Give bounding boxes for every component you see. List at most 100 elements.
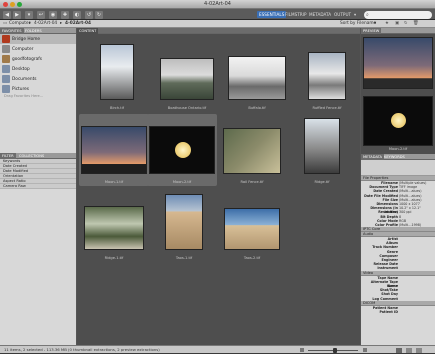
workspace-menu-icon[interactable]: ▾ (352, 11, 358, 18)
zoom-out-icon[interactable] (300, 348, 304, 352)
favorite-label: Computer (12, 46, 34, 52)
filter-panel: FILTER COLLECTIONS Keywords Date Created D… (0, 153, 76, 189)
trash-icon[interactable]: 🗑 (413, 20, 418, 28)
thumbnail[interactable]: Moon-2.tif (147, 114, 217, 186)
details-view-icon[interactable] (406, 347, 412, 353)
dicom-list: Patient Name Patient ID (361, 306, 435, 314)
path-separator-icon: ▸ (29, 21, 32, 26)
sort-by-menu[interactable]: Sort by Filename (340, 20, 376, 28)
thumbnail[interactable]: Birch.tif (82, 40, 152, 112)
desktop-icon (2, 65, 10, 73)
favorite-item[interactable]: Pictures (0, 84, 76, 94)
workspace-metadata[interactable]: METADATA (307, 11, 333, 18)
tab-metadata[interactable]: METADATA (361, 154, 385, 160)
favorite-item[interactable]: Bridge Home (0, 34, 76, 44)
search-icon: ⌕ (366, 11, 369, 18)
rotate-right-icon[interactable]: ↻ (95, 10, 103, 19)
documents-icon (2, 75, 10, 83)
open-in-camera-raw-icon[interactable]: ◐ (73, 10, 81, 19)
metadata-value[interactable] (399, 310, 435, 314)
rotate-icon[interactable]: ↻ (404, 20, 408, 28)
bridge-icon (2, 35, 10, 43)
favorite-label: Documents (12, 76, 37, 82)
metadata-value[interactable] (399, 297, 435, 301)
list-view-icon[interactable] (416, 347, 422, 353)
metadata-value[interactable]: (Multi...1998) (399, 223, 435, 227)
metadata-tab-row: METADATA KEYWORDS (361, 154, 435, 160)
refine-icon[interactable]: ✚ (61, 10, 69, 19)
recent-folder-icon[interactable]: ▾ (25, 10, 33, 19)
zoom-in-icon[interactable] (363, 348, 367, 352)
new-folder-icon[interactable]: ▣ (395, 20, 399, 28)
metadata-value[interactable] (399, 266, 435, 270)
tab-content[interactable]: CONTENT (77, 28, 99, 34)
video-list: Tape Name Alternate Tape Name Scene Shot/Ta… (361, 276, 435, 301)
preview-image-sunset[interactable] (363, 37, 433, 89)
workspace-essentials[interactable]: ESSENTIALS (257, 11, 287, 18)
thumbnail-label: Ruffled Fence.tif (312, 106, 342, 110)
home-icon (2, 55, 10, 63)
title-bar: 4-02Art-04 (0, 0, 435, 9)
favorite-label: Desktop (12, 66, 30, 72)
content-panel: CONTENT Birch.tif Boathouse Ontario.tif Bu… (77, 28, 360, 345)
thumbnail-label: Taos-1.tif (175, 256, 193, 260)
thumbnail-image (160, 58, 214, 100)
favorite-item[interactable]: Computer (0, 44, 76, 54)
filter-list: Keywords Date Created Date Modified Orienta… (0, 159, 76, 189)
right-panel: PREVIEW Moon-2.tif METADATA KEYWORDS Fil… (360, 28, 435, 345)
forward-icon[interactable]: ▶ (13, 10, 21, 19)
tab-collections[interactable]: COLLECTIONS (17, 153, 46, 159)
preview-caption: Moon-2.tif (388, 147, 408, 151)
thumbnail-image (100, 44, 134, 100)
thumbnail[interactable]: Rail Fence.tif (217, 114, 287, 186)
thumbnail-label: Moon-1.tif (104, 180, 124, 184)
thumbnail[interactable]: Moon-1.tif (79, 114, 149, 186)
star-filter-icon[interactable]: ★ (385, 20, 389, 28)
thumbnail-image (224, 208, 280, 250)
computer-icon: ▭ (3, 21, 8, 26)
rotate-left-icon[interactable]: ↺ (85, 10, 93, 19)
thumbnail-image (308, 52, 346, 100)
file-properties-list: Filename (Multiple values) Document Type TI… (361, 181, 435, 227)
grid-view-icon[interactable] (396, 347, 402, 353)
favorite-item[interactable]: Desktop (0, 64, 76, 74)
thumbnail-image (304, 118, 340, 174)
thumbnail[interactable]: Ruffled Fence.tif (292, 40, 362, 112)
thumbnail-label: Rail Fence.tif (240, 180, 264, 184)
path-item-folder[interactable]: 4-02Art-04 (34, 20, 57, 28)
boomerang-icon[interactable]: ↩ (37, 10, 45, 19)
computer-icon (2, 45, 10, 53)
sort-chevron-icon[interactable]: ▾ (374, 20, 376, 28)
path-item-computer[interactable]: Computer (9, 20, 30, 28)
tab-filter[interactable]: FILTER (0, 153, 16, 159)
thumbnail-label: Ridge-1.tif (104, 256, 124, 260)
path-item-current[interactable]: 4-02Art-04 (65, 20, 91, 28)
metadata-placard (361, 160, 435, 176)
workspace-output[interactable]: OUTPUT (332, 11, 353, 18)
metadata-row: Patient ID (361, 310, 435, 314)
slider-thumb[interactable] (333, 347, 337, 353)
favorite-item[interactable]: goodfotografs (0, 54, 76, 64)
content-tab-row: CONTENT (77, 28, 360, 34)
thumbnail-image (84, 206, 144, 250)
filter-item[interactable]: Camera Raw (0, 184, 76, 189)
search-input[interactable]: ⌕ (364, 10, 432, 19)
camera-icon[interactable]: ◉ (49, 10, 57, 19)
thumbnail[interactable]: Ridge-1.tif (79, 190, 149, 262)
thumbnail-label: Buffalo.tif (248, 106, 266, 110)
thumbnail[interactable]: Buffalo.tif (222, 40, 292, 112)
preview-image-moon[interactable] (363, 96, 433, 146)
tab-keywords[interactable]: KEYWORDS (382, 154, 407, 160)
thumbnail[interactable]: Boathouse Ontario.tif (152, 40, 222, 112)
moon-icon (391, 113, 406, 128)
back-icon[interactable]: ◀ (3, 10, 11, 19)
thumbnail[interactable]: Taos-1.tif (149, 190, 219, 262)
thumbnail[interactable]: Taos-2.tif (217, 190, 287, 262)
workspace-filmstrip[interactable]: FILMSTRIP (283, 11, 308, 18)
favorite-item[interactable]: Documents (0, 74, 76, 84)
left-panel: FAVORITES FOLDERS Bridge Home Computer goo… (0, 28, 77, 345)
moon-icon (175, 142, 191, 158)
metadata-row: Instrument (361, 266, 435, 270)
favorite-label: Pictures (12, 86, 30, 92)
thumbnail[interactable]: Ridge.tif (287, 114, 357, 186)
